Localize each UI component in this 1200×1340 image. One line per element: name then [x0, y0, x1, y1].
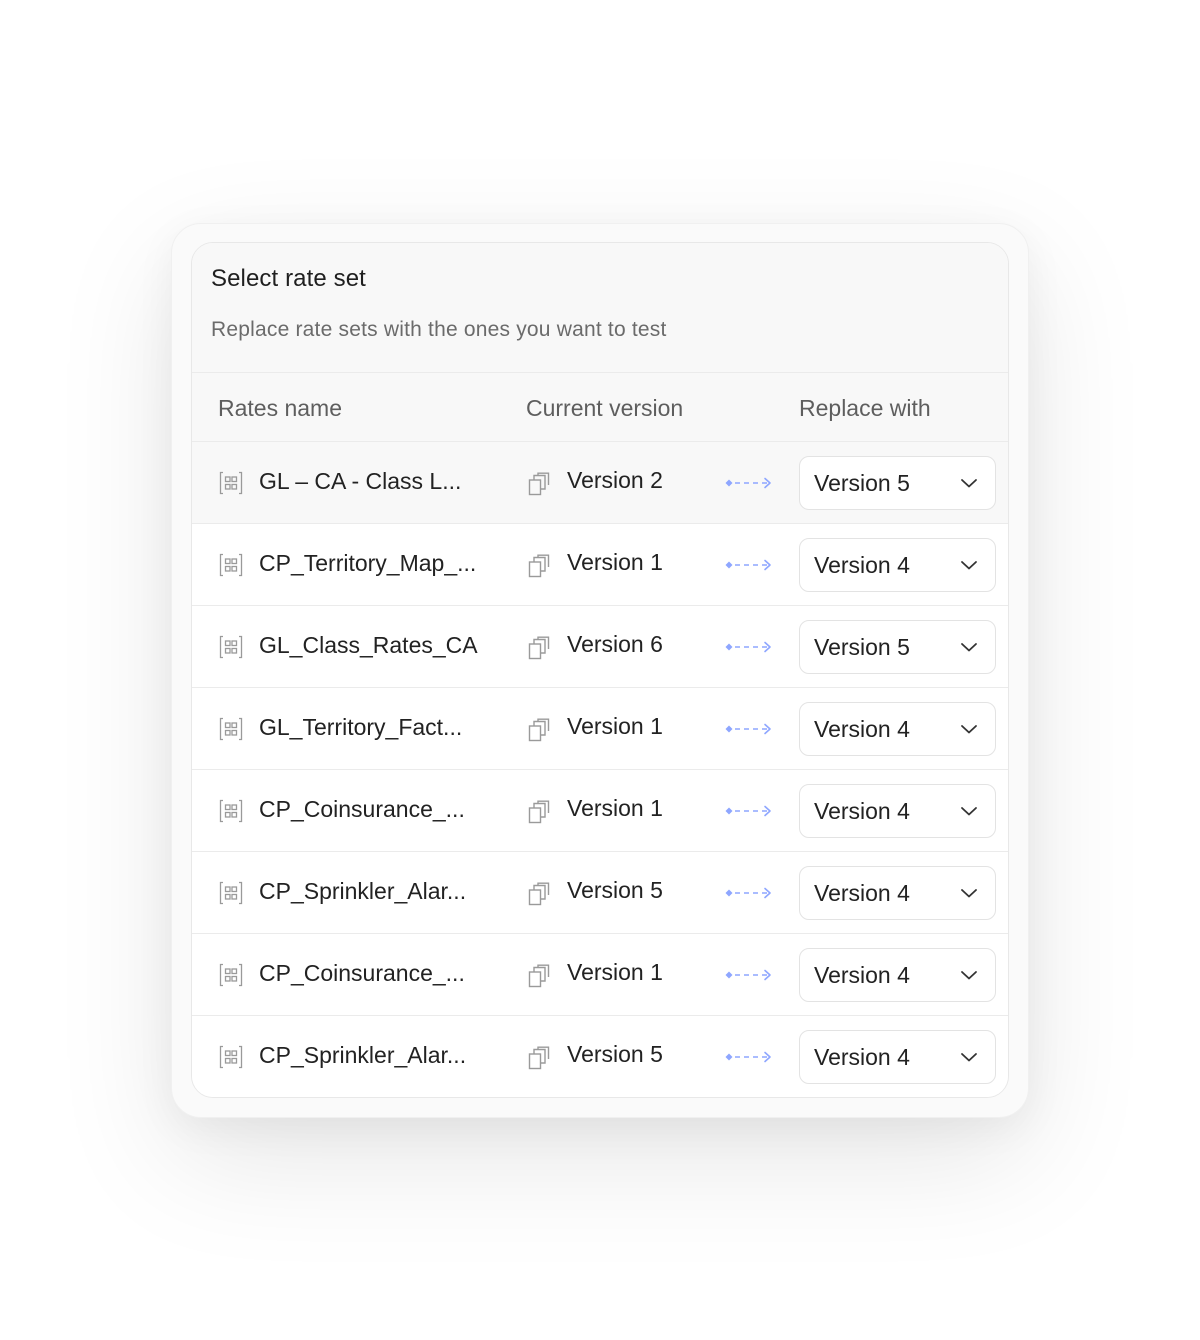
replace-version-dropdown[interactable]: Version 4	[799, 702, 996, 756]
copy-versions-icon	[528, 718, 550, 742]
table-row: GL_Territory_Fact... Version 1 Version 4	[192, 688, 1008, 770]
column-header-rates-name: Rates name	[218, 395, 343, 421]
dashed-arrow-right-icon	[724, 1049, 774, 1065]
rate-name: CP_Coinsurance_...	[259, 796, 465, 822]
select-rate-set-card: Select rate set Replace rate sets with t…	[191, 242, 1009, 1098]
rate-name: GL – CA - Class L...	[259, 468, 462, 494]
dashed-arrow-right-icon	[724, 639, 774, 655]
table-row: CP_Territory_Map_... Version 1 Version 4	[192, 524, 1008, 606]
card-header: Select rate set Replace rate sets with t…	[192, 243, 1008, 373]
dashed-arrow-right-icon	[724, 885, 774, 901]
table-grid-icon	[219, 471, 243, 495]
table-grid-icon	[219, 799, 243, 823]
table-body: GL – CA - Class L... Version 2 Version 5	[192, 442, 1008, 1097]
replace-version-value: Version 4	[814, 880, 910, 906]
chevron-down-icon	[960, 640, 978, 654]
rate-name: CP_Coinsurance_...	[259, 960, 465, 986]
dashed-arrow-right-icon	[724, 967, 774, 983]
card-subtitle: Replace rate sets with the ones you want…	[211, 318, 667, 341]
rate-name: GL_Territory_Fact...	[259, 714, 463, 740]
table-row: GL – CA - Class L... Version 2 Version 5	[192, 442, 1008, 524]
replace-version-value: Version 4	[814, 716, 910, 742]
chevron-down-icon	[960, 1050, 978, 1064]
table-row: CP_Sprinkler_Alar... Version 5 Version 4	[192, 1016, 1008, 1097]
dashed-arrow-right-icon	[724, 721, 774, 737]
replace-version-value: Version 4	[814, 1044, 910, 1070]
replace-version-dropdown[interactable]: Version 4	[799, 866, 996, 920]
replace-version-dropdown[interactable]: Version 5	[799, 456, 996, 510]
dashed-arrow-right-icon	[724, 475, 774, 491]
replace-version-dropdown[interactable]: Version 4	[799, 948, 996, 1002]
table-grid-icon	[219, 881, 243, 905]
replace-version-value: Version 4	[814, 962, 910, 988]
chevron-down-icon	[960, 558, 978, 572]
current-version: Version 1	[567, 959, 663, 985]
current-version: Version 5	[567, 1041, 663, 1067]
chevron-down-icon	[960, 886, 978, 900]
current-version: Version 2	[567, 467, 663, 493]
copy-versions-icon	[528, 1046, 550, 1070]
dashed-arrow-right-icon	[724, 803, 774, 819]
replace-version-value: Version 4	[814, 798, 910, 824]
replace-version-value: Version 5	[814, 470, 910, 496]
table-grid-icon	[219, 717, 243, 741]
rate-name: GL_Class_Rates_CA	[259, 632, 478, 658]
copy-versions-icon	[528, 472, 550, 496]
column-header-current-version: Current version	[526, 395, 684, 421]
rate-name: CP_Territory_Map_...	[259, 550, 477, 576]
copy-versions-icon	[528, 964, 550, 988]
chevron-down-icon	[960, 968, 978, 982]
table-row: GL_Class_Rates_CA Version 6 Version 5	[192, 606, 1008, 688]
table-grid-icon	[219, 1045, 243, 1069]
rate-name: CP_Sprinkler_Alar...	[259, 878, 467, 904]
copy-versions-icon	[528, 636, 550, 660]
table-header: Rates name Current version Replace with	[192, 373, 1008, 442]
current-version: Version 1	[567, 795, 663, 821]
table-grid-icon	[219, 963, 243, 987]
replace-version-value: Version 5	[814, 634, 910, 660]
copy-versions-icon	[528, 554, 550, 578]
table-row: CP_Sprinkler_Alar... Version 5 Version 4	[192, 852, 1008, 934]
replace-version-dropdown[interactable]: Version 4	[799, 784, 996, 838]
current-version: Version 1	[567, 549, 663, 575]
table-row: CP_Coinsurance_... Version 1 Version 4	[192, 770, 1008, 852]
replace-version-dropdown[interactable]: Version 4	[799, 1030, 996, 1084]
chevron-down-icon	[960, 722, 978, 736]
copy-versions-icon	[528, 882, 550, 906]
card-title: Select rate set	[211, 265, 366, 292]
current-version: Version 6	[567, 631, 663, 657]
rate-name: CP_Sprinkler_Alar...	[259, 1042, 467, 1068]
replace-version-dropdown[interactable]: Version 5	[799, 620, 996, 674]
dashed-arrow-right-icon	[724, 557, 774, 573]
chevron-down-icon	[960, 476, 978, 490]
current-version: Version 1	[567, 713, 663, 739]
column-header-replace-with: Replace with	[799, 395, 931, 421]
replace-version-value: Version 4	[814, 552, 910, 578]
current-version: Version 5	[567, 877, 663, 903]
table-row: CP_Coinsurance_... Version 1 Version 4	[192, 934, 1008, 1016]
table-grid-icon	[219, 635, 243, 659]
table-grid-icon	[219, 553, 243, 577]
replace-version-dropdown[interactable]: Version 4	[799, 538, 996, 592]
chevron-down-icon	[960, 804, 978, 818]
copy-versions-icon	[528, 800, 550, 824]
